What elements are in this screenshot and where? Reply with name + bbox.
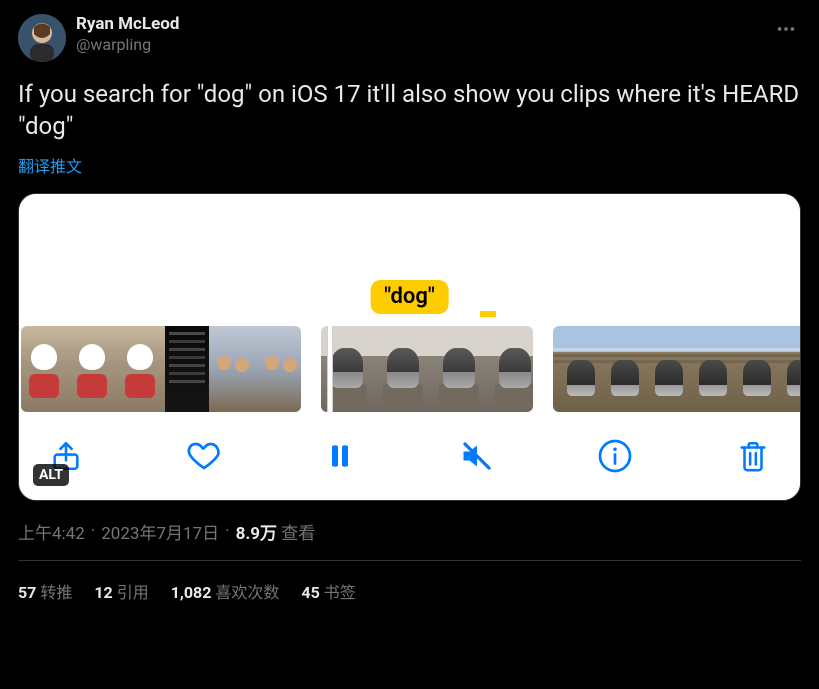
timeline-frame <box>117 326 165 412</box>
clip-group[interactable] <box>553 326 800 412</box>
tweet-stats: 57转推 12引用 1,082喜欢次数 45书签 <box>18 561 801 621</box>
retweets-stat[interactable]: 57转推 <box>18 579 72 603</box>
quotes-stat[interactable]: 12引用 <box>94 579 148 603</box>
bookmarks-stat[interactable]: 45书签 <box>301 579 355 603</box>
tweet-meta: 上午4:42 · 2023年7月17日 · 8.9万 查看 <box>18 519 801 561</box>
video-timeline[interactable] <box>19 314 800 416</box>
media-controls <box>19 416 800 500</box>
timeline-frame <box>773 326 800 412</box>
timeline-frame <box>209 326 257 412</box>
heart-icon[interactable] <box>186 438 222 474</box>
alt-badge[interactable]: ALT <box>33 464 69 486</box>
timeline-frame <box>377 326 433 412</box>
avatar[interactable] <box>18 14 66 62</box>
clip-group[interactable] <box>321 326 533 412</box>
timeline-frame <box>489 326 533 412</box>
media-top-area: "dog" <box>19 194 800 314</box>
user-handle[interactable]: @warpling <box>76 35 179 55</box>
timeline-frame <box>21 326 69 412</box>
display-name[interactable]: Ryan McLeod <box>76 14 179 35</box>
timeline-frame <box>685 326 729 412</box>
timeline-frame <box>257 326 301 412</box>
views-count[interactable]: 8.9万 查看 <box>236 519 316 544</box>
translate-link[interactable]: 翻译推文 <box>18 153 82 177</box>
tweet-header: Ryan McLeod @warpling <box>18 14 801 62</box>
tweet-date[interactable]: 2023年7月17日 <box>101 519 219 544</box>
trash-icon[interactable] <box>736 439 770 473</box>
info-icon[interactable] <box>597 438 633 474</box>
tweet-container: Ryan McLeod @warpling If you search for … <box>0 0 819 621</box>
likes-stat[interactable]: 1,082喜欢次数 <box>171 579 280 603</box>
timeline-frame <box>553 326 597 412</box>
timeline-frame <box>165 326 209 412</box>
user-block: Ryan McLeod @warpling <box>76 14 179 55</box>
media-attachment[interactable]: "dog" <box>18 193 801 501</box>
mute-icon[interactable] <box>459 438 495 474</box>
playhead-icon[interactable] <box>327 326 333 412</box>
timeline-frame <box>69 326 117 412</box>
timeline-frame <box>729 326 773 412</box>
timeline-frame <box>641 326 685 412</box>
pause-icon[interactable] <box>324 440 356 472</box>
clip-group[interactable] <box>21 326 301 412</box>
tweet-time[interactable]: 上午4:42 <box>18 519 85 544</box>
timeline-frame <box>597 326 641 412</box>
tweet-text: If you search for "dog" on iOS 17 it'll … <box>18 78 801 143</box>
tag-tick-icon <box>480 311 496 317</box>
more-options-button[interactable] <box>771 14 801 48</box>
search-tag-bubble: "dog" <box>370 280 449 314</box>
timeline-frame <box>433 326 489 412</box>
